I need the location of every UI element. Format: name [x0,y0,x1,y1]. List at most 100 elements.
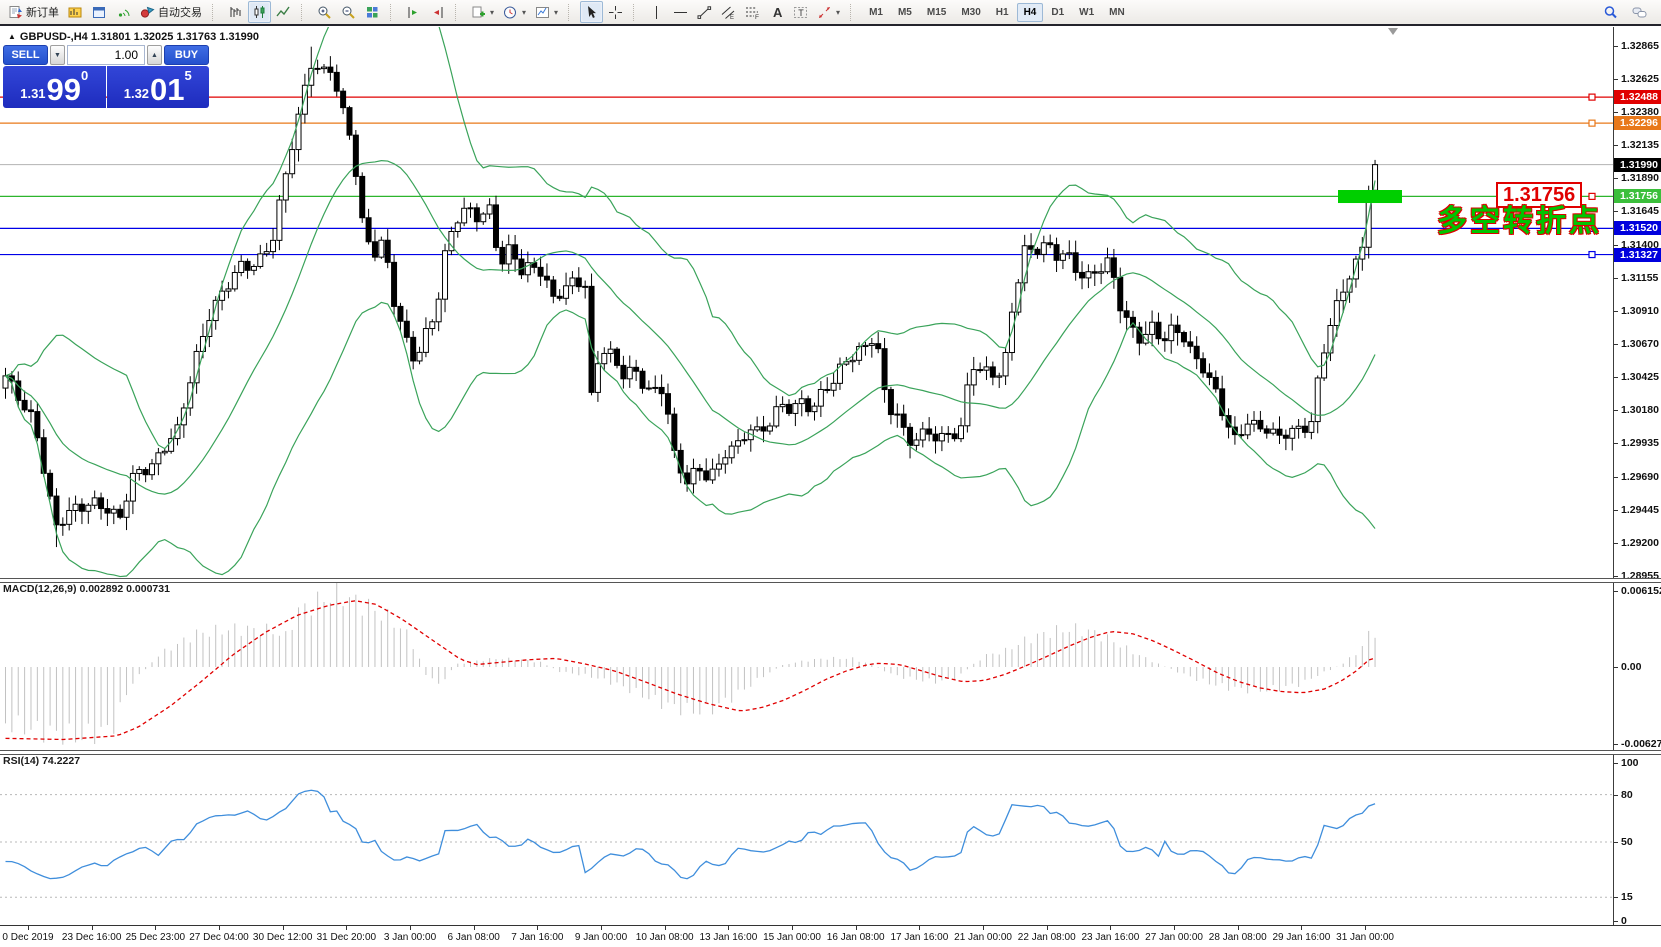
buy-price-sup: 5 [185,68,192,83]
time-label: 13 Jan 16:00 [699,932,757,943]
horizontal-line-button[interactable] [669,1,692,23]
turning-point-annotation[interactable]: 多空转折点 [1437,196,1602,240]
line-chart-button[interactable] [272,1,295,23]
timeframe-h4[interactable]: H4 [1017,3,1044,22]
channel-icon: E [721,5,736,20]
auto-scroll-icon [406,5,421,20]
price-badge: 1.31520 [1614,221,1661,235]
time-label: 16 Jan 08:00 [827,932,885,943]
templates-button[interactable]: ▾ [531,1,562,23]
search-icon [1603,5,1618,20]
auto-trading-button[interactable]: 自动交易 [136,1,206,23]
time-label: 31 Dec 20:00 [317,932,377,943]
time-label: 29 Jan 16:00 [1272,932,1330,943]
timeframe-w1[interactable]: W1 [1072,3,1101,22]
crosshair-button[interactable] [604,1,627,23]
auto-scroll-button[interactable] [402,1,425,23]
buy-price-big: 01 [150,75,184,105]
macd-pane[interactable] [0,581,1613,750]
text-button[interactable]: A [765,1,788,23]
axis-label: 1.32865 [1621,40,1659,52]
mt4-window: 新订单 自动交易 ▾ ▾ ▾ E FA T ▾ M1M5M15M30H1H4D1W1MN 1.32… [0,0,1661,947]
arrows-button[interactable]: ▾ [813,1,844,23]
candlestick-chart-button[interactable] [248,1,271,23]
buy-price[interactable]: 1.32 01 5 [107,66,210,108]
toolbar-group-4: ▾ ▾ ▾ [467,1,562,23]
signals-icon [116,5,131,20]
sell-price[interactable]: 1.31 99 0 [3,66,106,108]
chevron-down-icon: ▾ [522,8,526,17]
svg-text:E: E [730,15,734,20]
channel-button[interactable]: E [717,1,740,23]
crosshair-icon [608,5,623,20]
macd-label: MACD(12,26,9) 0.002892 0.000731 [3,583,170,595]
pane-separator-macd[interactable] [0,578,1661,583]
text-label-button[interactable]: T [789,1,812,23]
arrows-icon [817,5,832,20]
svg-text:T: T [798,8,804,18]
indicators-button[interactable]: ▾ [467,1,498,23]
time-axis[interactable]: 0 Dec 201923 Dec 16:0025 Dec 23:0027 Dec… [0,925,1661,947]
pane-separator-rsi[interactable] [0,750,1661,755]
new-order-button[interactable]: 新订单 [4,1,63,23]
buy-button[interactable]: BUY [164,45,209,65]
bar-chart-button[interactable] [224,1,247,23]
chart-shift-button[interactable] [426,1,449,23]
bar-chart-icon [228,5,243,20]
time-label: 28 Jan 08:00 [1209,932,1267,943]
trendline-button[interactable] [693,1,716,23]
fibonacci-button[interactable]: F [741,1,764,23]
chart-window[interactable]: 1.328651.326251.323801.321351.318901.316… [0,26,1661,947]
volume-input[interactable] [67,45,145,65]
zoom-in-icon [317,5,332,20]
timeframe-m30[interactable]: M30 [954,3,987,22]
axis-label: 1.31890 [1621,172,1659,184]
price-axis[interactable]: 1.328651.326251.323801.321351.318901.316… [1613,27,1661,925]
chart-shift-marker-icon[interactable] [1388,28,1398,35]
templates-icon [535,5,550,20]
time-label: 23 Dec 16:00 [62,932,122,943]
market-watch-button[interactable] [88,1,111,23]
line-chart-icon [276,5,291,20]
timeframe-m15[interactable]: M15 [920,3,953,22]
rsi-label: RSI(14) 74.2227 [3,755,80,767]
svg-text:A: A [773,5,783,20]
signals-button[interactable] [112,1,135,23]
charts-button[interactable] [64,1,87,23]
tile-windows-button[interactable] [361,1,384,23]
volume-increase-button[interactable]: ▲ [147,45,162,65]
periods-button[interactable]: ▾ [499,1,530,23]
axis-label: 1.29200 [1621,537,1659,549]
tile-windows-icon [365,5,380,20]
timeframe-d1[interactable]: D1 [1044,3,1071,22]
timeframe-h1[interactable]: H1 [989,3,1016,22]
chat-button[interactable] [1628,1,1651,23]
timeframe-m1[interactable]: M1 [862,3,890,22]
price-pane[interactable] [0,27,1613,578]
zoom-in-button[interactable] [313,1,336,23]
price-badge: 1.32296 [1614,116,1661,130]
time-label: 22 Jan 08:00 [1018,932,1076,943]
time-label: 10 Jan 08:00 [636,932,694,943]
search-button[interactable] [1599,1,1622,23]
price-badge: 1.31756 [1614,189,1661,203]
cursor-button[interactable] [580,1,603,23]
buy-price-small: 1.32 [124,86,149,101]
text-label-icon: T [793,5,808,20]
axis-label: 50 [1621,836,1633,848]
toolbar-group-0: 新订单 自动交易 [4,1,206,23]
axis-label: 80 [1621,789,1633,801]
sell-button[interactable]: SELL [3,45,48,65]
timeframe-mn[interactable]: MN [1102,3,1132,22]
zoom-out-button[interactable] [337,1,360,23]
volume-decrease-button[interactable]: ▼ [50,45,65,65]
auto-trading-icon [140,5,155,20]
time-label: 17 Jan 16:00 [890,932,948,943]
one-click-trading-panel: SELL ▼ ▲ BUY 1.31 99 0 1.32 01 5 [3,45,209,108]
time-label: 0 Dec 2019 [2,932,53,943]
axis-label: 1.30670 [1621,338,1659,350]
timeframe-m5[interactable]: M5 [891,3,919,22]
toolbar-separator [850,4,857,21]
rsi-pane[interactable] [0,753,1613,925]
vertical-line-button[interactable] [645,1,668,23]
